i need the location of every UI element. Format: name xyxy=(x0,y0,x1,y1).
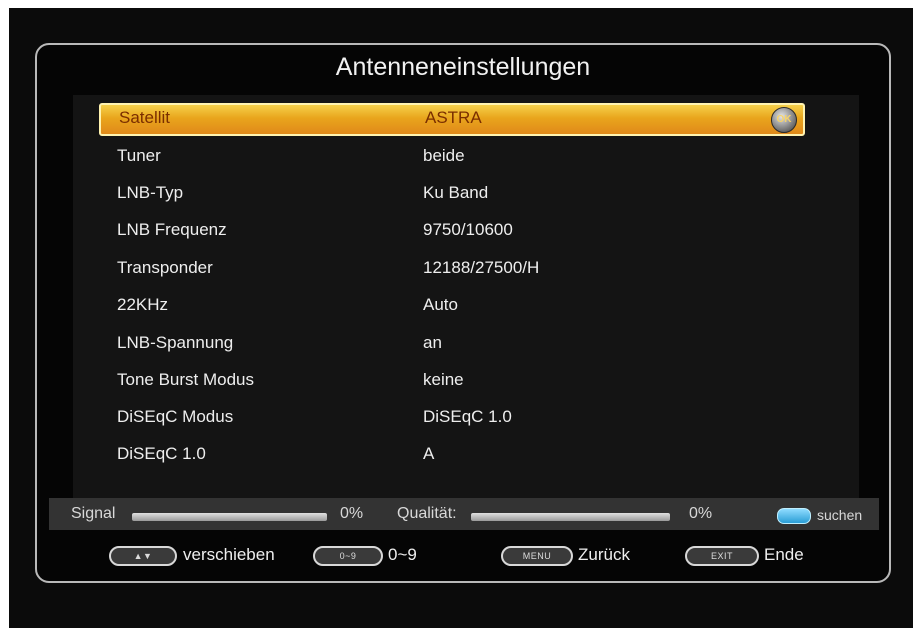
number-key-icon[interactable]: 0~9 xyxy=(313,546,383,566)
setting-label: LNB-Spannung xyxy=(117,333,234,352)
number-label: 0~9 xyxy=(388,545,417,564)
up-down-key-icon[interactable]: ▲▼ xyxy=(109,546,177,566)
setting-row-lnb-spannung[interactable]: LNB-Spannung an xyxy=(99,328,805,361)
setting-label: Tone Burst Modus xyxy=(117,370,255,389)
setting-value: ASTRA xyxy=(425,108,482,127)
quality-label: Qualität: xyxy=(397,505,457,522)
setting-label: LNB Frequenz xyxy=(117,220,227,239)
move-label: verschieben xyxy=(183,545,275,564)
setting-label: LNB-Typ xyxy=(117,183,184,202)
setting-value: an xyxy=(423,333,442,352)
setting-label: Tuner xyxy=(117,146,161,165)
setting-value: 9750/10600 xyxy=(423,220,513,239)
exit-key-icon[interactable]: EXIT xyxy=(685,546,759,566)
end-label: Ende xyxy=(764,545,804,564)
setting-label: Satellit xyxy=(119,108,171,127)
search-label: suchen xyxy=(817,507,863,523)
signal-meter xyxy=(132,513,327,521)
setting-value: keine xyxy=(423,370,464,389)
setting-row-transponder[interactable]: Transponder 12188/27500/H xyxy=(99,253,805,286)
setting-value: DiSEqC 1.0 xyxy=(423,407,512,426)
setting-label: DiSEqC 1.0 xyxy=(117,444,206,463)
back-label: Zurück xyxy=(578,545,630,564)
blue-button-icon[interactable] xyxy=(777,508,811,524)
setting-row-satellit[interactable]: Satellit ASTRA OK xyxy=(99,103,805,136)
setting-row-tuner[interactable]: Tuner beide xyxy=(99,141,805,174)
setting-row-diseqc-1-0[interactable]: DiSEqC 1.0 A xyxy=(99,439,805,472)
signal-label: Signal xyxy=(71,505,116,522)
setting-label: DiSEqC Modus xyxy=(117,407,234,426)
setting-value: A xyxy=(423,444,435,463)
setting-value: 12188/27500/H xyxy=(423,258,540,277)
setting-row-tone-burst-modus[interactable]: Tone Burst Modus keine xyxy=(99,365,805,398)
setting-row-lnb-frequenz[interactable]: LNB Frequenz 9750/10600 xyxy=(99,215,805,248)
setting-row-diseqc-modus[interactable]: DiSEqC Modus DiSEqC 1.0 xyxy=(99,402,805,435)
setting-row-22khz[interactable]: 22KHz Auto xyxy=(99,290,805,323)
setting-label: 22KHz xyxy=(117,295,169,314)
setting-value: Ku Band xyxy=(423,183,489,202)
ok-icon[interactable]: OK xyxy=(771,107,797,133)
signal-status-bar: Signal 0% Qualität: 0% suchen xyxy=(49,498,879,530)
setting-row-lnb-typ[interactable]: LNB-Typ Ku Band xyxy=(99,178,805,211)
quality-value: 0% xyxy=(689,505,713,522)
page-title: Antenneneinstellungen xyxy=(335,53,591,81)
setting-label: Transponder xyxy=(117,258,213,277)
menu-key-icon[interactable]: MENU xyxy=(501,546,573,566)
tv-screen: Antenneneinstellungen Satellit ASTRA OK … xyxy=(9,8,913,628)
signal-value: 0% xyxy=(340,505,364,522)
setting-value: beide xyxy=(423,146,465,165)
quality-meter xyxy=(471,513,670,521)
setting-value: Auto xyxy=(423,295,458,314)
